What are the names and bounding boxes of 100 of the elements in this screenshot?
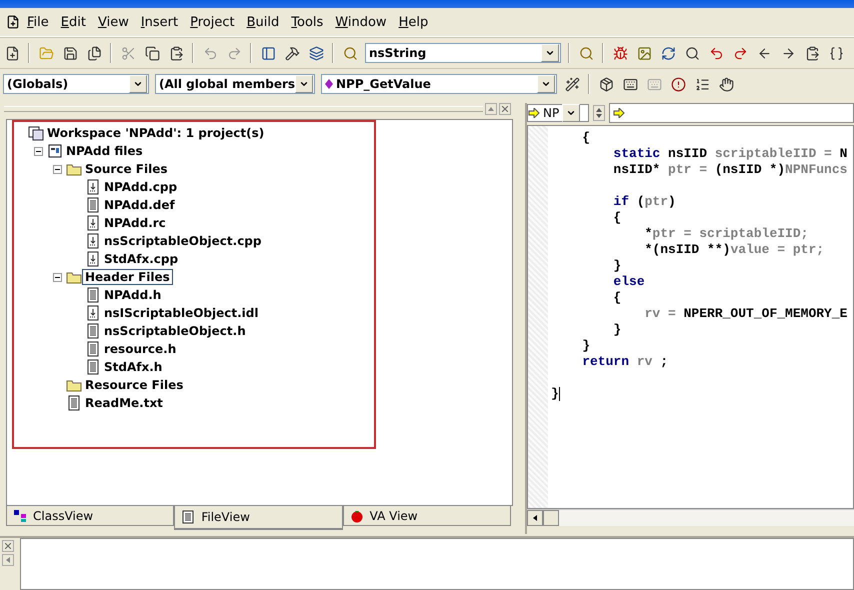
dropdown-button[interactable] xyxy=(541,44,559,62)
tree-item[interactable]: Workspace 'NPAdd': 1 project(s) xyxy=(44,125,268,141)
code-line: nsIID* ptr = (nsIID *)NPNFuncs xyxy=(612,162,848,178)
menu-item[interactable]: Tools xyxy=(286,12,328,32)
arrow-right-icon xyxy=(613,108,625,118)
paste-icon xyxy=(168,46,184,60)
tree-item[interactable]: NPAdd.h xyxy=(101,287,164,303)
tree-item[interactable]: nsScriptableObject.cpp xyxy=(101,233,264,249)
menu-item[interactable]: Project xyxy=(185,12,240,32)
dropdown-button[interactable] xyxy=(129,75,147,93)
tomato-icon xyxy=(350,508,364,522)
tree-item[interactable]: NPAdd.rc xyxy=(101,215,169,231)
wand-icon xyxy=(564,76,580,92)
keyboard-icon xyxy=(646,76,662,92)
menu-item[interactable]: Edit xyxy=(56,12,91,32)
spin-button[interactable] xyxy=(593,105,605,121)
tree-item[interactable]: Resource Files xyxy=(82,377,186,393)
find-combo[interactable]: nsString xyxy=(365,43,561,63)
menu-item[interactable]: Help xyxy=(394,12,434,32)
caret-icon xyxy=(541,79,551,89)
search-icon xyxy=(684,46,700,60)
source-file-icon xyxy=(85,233,101,249)
scope-combo[interactable]: NP xyxy=(527,104,589,122)
location-field[interactable] xyxy=(609,103,854,123)
spin-icon xyxy=(596,108,602,118)
refresh-icon xyxy=(660,46,676,60)
menu-item[interactable]: Insert xyxy=(136,12,184,32)
workspace-icon xyxy=(28,125,44,141)
collapse-icon[interactable] xyxy=(53,164,62,174)
caret-icon xyxy=(566,108,576,118)
collapse-icon[interactable] xyxy=(53,272,62,282)
close-button[interactable] xyxy=(499,103,511,115)
maximize-button[interactable] xyxy=(485,103,497,115)
redo-icon xyxy=(226,46,242,60)
dropdown-button[interactable] xyxy=(537,75,555,93)
code-line: *ptr = scriptableIID; xyxy=(644,226,808,242)
tree-item[interactable]: nsScriptableObject.h xyxy=(101,323,249,339)
tree-item[interactable]: Header Files xyxy=(82,269,173,285)
menu-item[interactable]: Window xyxy=(330,12,392,32)
text-file-icon xyxy=(85,197,101,213)
view-tab[interactable]: FileView xyxy=(174,506,343,530)
triangle-left-icon xyxy=(6,557,10,563)
code-line: rv = NPERR_OUT_OF_MEMORY_E xyxy=(644,306,848,322)
save-icon xyxy=(62,46,78,60)
text-file-icon xyxy=(181,510,196,524)
code-line: else xyxy=(612,274,645,290)
code-line: { xyxy=(612,290,622,306)
source-file-icon xyxy=(85,215,101,231)
dropdown-button[interactable] xyxy=(295,75,313,93)
menu-item[interactable]: Build xyxy=(242,12,284,32)
bug-icon xyxy=(612,46,628,60)
scroll-thumb[interactable] xyxy=(543,510,559,526)
panel-icon xyxy=(260,46,276,60)
class-combo[interactable]: (Globals) xyxy=(3,74,149,94)
code-line: } xyxy=(612,258,622,274)
tree-item[interactable]: Source Files xyxy=(82,161,170,177)
keyboard-icon xyxy=(622,76,638,92)
text-file-icon xyxy=(66,395,82,411)
text-file-icon xyxy=(85,323,101,339)
tree-item[interactable]: NPAdd.def xyxy=(101,197,178,213)
redo-icon xyxy=(732,46,748,60)
tree-item[interactable]: NPAdd files xyxy=(63,143,146,159)
tree-item[interactable]: ReadMe.txt xyxy=(82,395,166,411)
close-icon xyxy=(502,106,508,112)
code-line: if (ptr) xyxy=(612,194,676,210)
source-file-icon xyxy=(85,179,101,195)
code-line: } xyxy=(612,322,622,338)
tree-item[interactable]: nsIScriptableObject.idl xyxy=(101,305,262,321)
open-folder-icon xyxy=(38,46,54,60)
tree-item[interactable]: NPAdd.cpp xyxy=(101,179,180,195)
view-tab[interactable]: ClassView xyxy=(6,506,174,526)
menu-item[interactable]: View xyxy=(92,12,134,32)
member-combo[interactable]: NPP_GetValue xyxy=(321,74,557,94)
close-button[interactable] xyxy=(2,540,14,552)
tree-item[interactable]: resource.h xyxy=(101,341,180,357)
package-icon xyxy=(598,76,614,92)
dropdown-button[interactable] xyxy=(562,104,580,122)
code-line: } xyxy=(581,338,590,354)
collapse-icon[interactable] xyxy=(34,146,43,156)
copy-icon xyxy=(144,46,160,60)
exclamation-icon xyxy=(670,76,686,92)
menu-item[interactable]: File xyxy=(22,12,54,32)
code-line: return rv ; xyxy=(581,354,668,370)
scroll-left-button[interactable] xyxy=(527,510,543,526)
source-file-icon xyxy=(85,305,101,321)
collapse-button[interactable] xyxy=(2,554,14,566)
tree-item[interactable]: StdAfx.h xyxy=(101,359,166,375)
view-tab[interactable]: VA View xyxy=(342,506,511,526)
scissors-icon xyxy=(120,46,136,60)
braces-icon xyxy=(828,46,844,60)
arrow-right-icon xyxy=(780,46,796,60)
new-file-icon xyxy=(4,46,20,60)
tree-item[interactable]: StdAfx.cpp xyxy=(101,251,182,267)
undo-icon xyxy=(202,46,218,60)
list-icon xyxy=(694,76,710,92)
binoculars-icon xyxy=(578,46,594,60)
filter-combo[interactable]: (All global members xyxy=(155,74,315,94)
caret-icon xyxy=(299,79,310,89)
paste-icon xyxy=(804,46,820,60)
text-file-icon xyxy=(85,287,101,303)
